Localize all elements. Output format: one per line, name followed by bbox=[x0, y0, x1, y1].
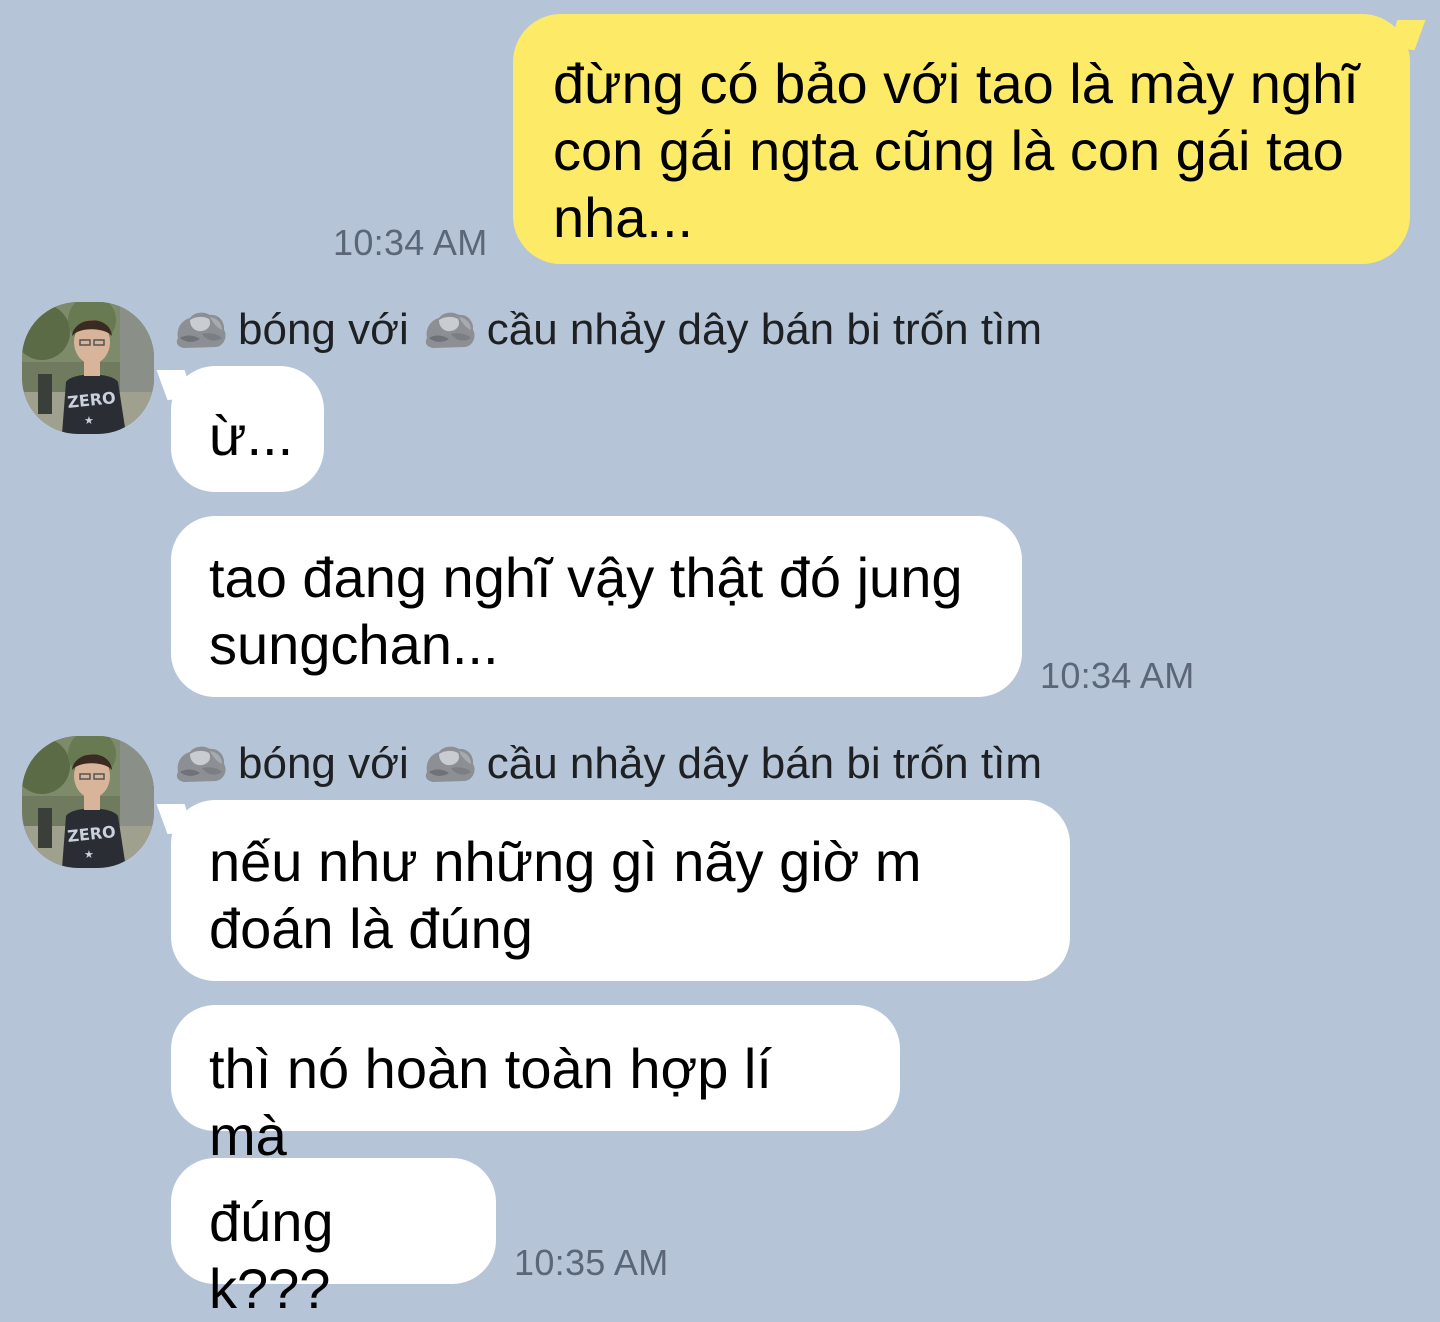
rock-icon bbox=[421, 308, 477, 352]
sender-name-part1: bóng với bbox=[238, 739, 409, 788]
message-text: ừ... bbox=[209, 404, 294, 467]
incoming-message-bubble[interactable]: tao đang nghĩ vậy thật đó jung sungchan.… bbox=[171, 516, 1022, 697]
incoming-message-bubble[interactable]: đúng k??? bbox=[171, 1158, 496, 1320]
avatar[interactable] bbox=[22, 736, 154, 868]
message-text: đúng k??? bbox=[209, 1190, 350, 1320]
message-timestamp: 10:34 AM bbox=[1040, 655, 1195, 696]
avatar[interactable] bbox=[22, 302, 154, 434]
sender-name-part2: cầu nhảy dây bán bi trốn tìm bbox=[486, 305, 1042, 354]
message-text: tao đang nghĩ vậy thật đó jung sungchan.… bbox=[209, 546, 963, 676]
sender-name: bóng với cầu nhảy dây bán bi trốn tìm bbox=[172, 302, 1042, 358]
rock-icon bbox=[172, 742, 228, 786]
sender-name-part1: bóng với bbox=[238, 305, 409, 354]
rock-icon bbox=[172, 308, 228, 352]
rock-icon bbox=[421, 742, 477, 786]
message-timestamp: 10:35 AM bbox=[514, 1242, 669, 1283]
message-text: thì nó hoàn toàn hợp lí mà bbox=[209, 1037, 788, 1167]
incoming-message-bubble[interactable]: ừ... bbox=[171, 366, 324, 492]
outgoing-message-bubble[interactable]: đừng có bảo với tao là mày nghĩ con gái … bbox=[513, 14, 1410, 264]
incoming-message-bubble[interactable]: nếu như những gì nãy giờ m đoán là đúng bbox=[171, 800, 1070, 981]
incoming-message-bubble[interactable]: thì nó hoàn toàn hợp lí mà bbox=[171, 1005, 900, 1167]
sender-name-part2: cầu nhảy dây bán bi trốn tìm bbox=[486, 739, 1042, 788]
sender-name: bóng với cầu nhảy dây bán bi trốn tìm bbox=[172, 736, 1042, 792]
message-text: đừng có bảo với tao là mày nghĩ con gái … bbox=[553, 52, 1359, 249]
chat-view[interactable]: 10:34 AM đừng có bảo với tao là mày nghĩ… bbox=[0, 0, 1440, 1320]
message-timestamp: 10:34 AM bbox=[333, 222, 488, 263]
message-text: nếu như những gì nãy giờ m đoán là đúng bbox=[209, 830, 922, 960]
